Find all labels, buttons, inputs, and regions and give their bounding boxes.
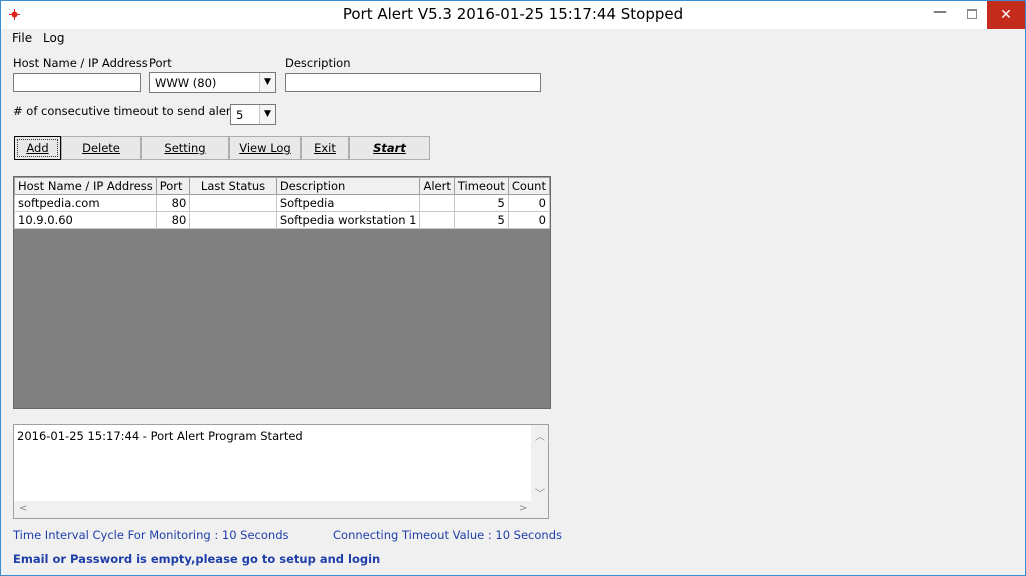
timeout-status: Connecting Timeout Value : 10 Seconds xyxy=(333,528,562,542)
login-warning: Email or Password is empty,please go to … xyxy=(13,552,381,566)
add-button[interactable]: Add xyxy=(14,136,61,160)
scroll-right-icon[interactable]: > xyxy=(519,503,527,514)
cell-alert xyxy=(419,194,455,212)
cell-port: 80 xyxy=(155,211,191,229)
interval-status: Time Interval Cycle For Monitoring : 10 … xyxy=(13,528,289,542)
log-line: 2016-01-25 15:17:44 - Port Alert Program… xyxy=(17,429,303,443)
port-select-value: WWW (80) xyxy=(155,76,217,90)
cell-description: Softpedia xyxy=(275,194,421,212)
cell-host: softpedia.com xyxy=(14,194,157,212)
cell-alert xyxy=(419,211,455,229)
table-row[interactable]: 10.9.0.60 80 Softpedia workstation 1 5 0 xyxy=(14,211,551,229)
column-header-last-status[interactable]: Last Status xyxy=(189,177,277,195)
timeout-count-value: 5 xyxy=(236,108,244,122)
chevron-down-icon[interactable]: ▼ xyxy=(259,73,275,92)
title-bar[interactable]: Port Alert V5.3 2016-01-25 15:17:44 Stop… xyxy=(1,1,1025,29)
timeout-count-label: # of consecutive timeout to send alert xyxy=(13,104,236,118)
column-header-host[interactable]: Host Name / IP Address xyxy=(14,177,157,195)
description-label: Description xyxy=(285,56,351,70)
log-textarea[interactable]: 2016-01-25 15:17:44 - Port Alert Program… xyxy=(13,424,549,519)
cell-port: 80 xyxy=(155,194,191,212)
cell-count: 0 xyxy=(507,194,551,212)
close-button[interactable]: ✕ xyxy=(987,1,1025,29)
vertical-scrollbar[interactable]: ︿ ﹀ xyxy=(531,425,548,503)
column-header-port[interactable]: Port xyxy=(155,177,191,195)
timeout-count-select[interactable]: 5 ▼ xyxy=(230,104,276,125)
port-label: Port xyxy=(149,56,172,70)
chevron-down-icon[interactable]: ▼ xyxy=(259,105,275,124)
cell-description: Softpedia workstation 1 xyxy=(275,211,421,229)
host-table: Host Name / IP Address Port Last Status … xyxy=(14,177,551,229)
column-header-alert[interactable]: Alert xyxy=(419,177,455,195)
cell-count: 0 xyxy=(507,211,551,229)
scrollbar-corner xyxy=(531,501,548,518)
table-row[interactable]: softpedia.com 80 Softpedia 5 0 xyxy=(14,194,551,212)
host-grid[interactable]: Host Name / IP Address Port Last Status … xyxy=(13,176,551,409)
table-header-row: Host Name / IP Address Port Last Status … xyxy=(14,177,551,195)
start-button[interactable]: Start xyxy=(349,136,430,160)
cell-host: 10.9.0.60 xyxy=(14,211,157,229)
window-title: Port Alert V5.3 2016-01-25 15:17:44 Stop… xyxy=(342,5,684,23)
menu-bar: File Log xyxy=(1,29,1025,49)
description-input[interactable] xyxy=(285,73,541,92)
scroll-down-icon[interactable]: ﹀ xyxy=(535,485,545,500)
menu-file[interactable]: File xyxy=(12,31,32,45)
exit-button[interactable]: Exit xyxy=(301,136,349,160)
cell-last-status xyxy=(189,194,277,212)
horizontal-scrollbar[interactable]: < > xyxy=(14,501,531,518)
host-label: Host Name / IP Address xyxy=(13,56,148,70)
host-input[interactable] xyxy=(13,73,141,92)
cell-last-status xyxy=(189,211,277,229)
column-header-count[interactable]: Count xyxy=(507,177,551,195)
delete-button[interactable]: Delete xyxy=(61,136,141,160)
maximize-icon xyxy=(967,9,977,19)
minimize-button[interactable]: — xyxy=(923,1,957,29)
menu-log[interactable]: Log xyxy=(43,31,64,45)
cell-timeout: 5 xyxy=(453,194,509,212)
cell-timeout: 5 xyxy=(453,211,509,229)
column-header-description[interactable]: Description xyxy=(275,177,421,195)
app-window: Port Alert V5.3 2016-01-25 15:17:44 Stop… xyxy=(0,0,1026,576)
view-log-button[interactable]: View Log xyxy=(229,136,301,160)
scroll-up-icon[interactable]: ︿ xyxy=(535,428,545,443)
scroll-left-icon[interactable]: < xyxy=(19,503,27,514)
column-header-timeout[interactable]: Timeout xyxy=(453,177,509,195)
setting-button[interactable]: Setting xyxy=(141,136,229,160)
maximize-button[interactable] xyxy=(957,1,987,29)
port-select[interactable]: WWW (80) ▼ xyxy=(149,72,276,93)
